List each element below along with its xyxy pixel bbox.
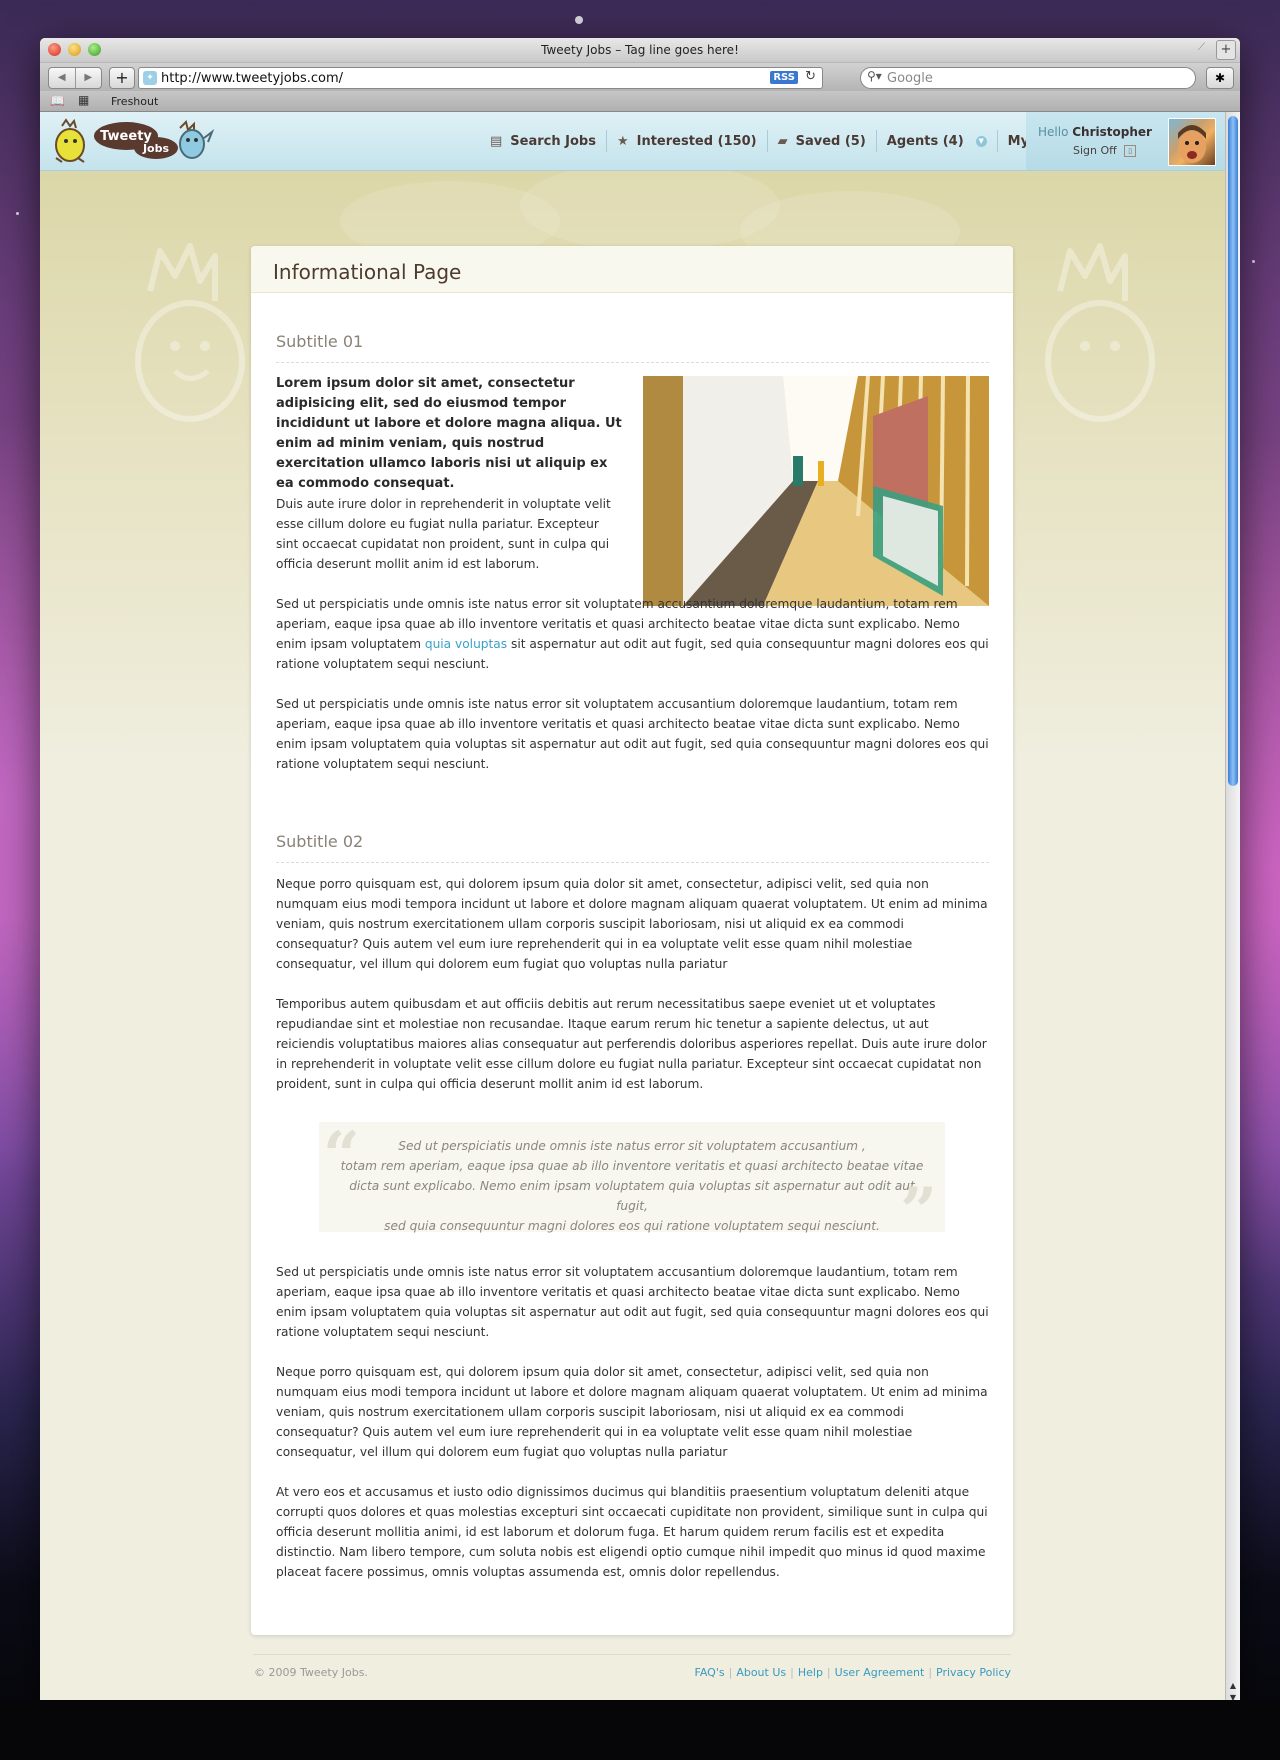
lead-paragraph: Lorem ipsum dolor sit amet, consectetur … [276, 376, 622, 491]
bookmark-freshout[interactable]: Freshout [111, 95, 158, 108]
corridor-image [643, 376, 989, 606]
door-icon: ▯ [1124, 145, 1137, 157]
toolbar-toggle-icon[interactable]: ⟋ [1198, 42, 1212, 56]
bird-watermark-left [135, 243, 245, 422]
user-panel: Hello Christopher Sign Off ▯ [1026, 112, 1226, 170]
footer-link-help[interactable]: Help [798, 1666, 823, 1679]
quote-line: Sed ut perspiciatis unde omnis iste natu… [398, 1139, 866, 1153]
quia-voluptas-link[interactable]: quia voluptas [425, 637, 507, 651]
subtitle-divider [276, 862, 989, 863]
site-header: Tweety Jobs ▤ Search Jobs ★ Interested (… [40, 112, 1226, 171]
footer-link-user-agreement[interactable]: User Agreement [835, 1666, 925, 1679]
star-icon: ★ [616, 133, 629, 149]
paragraph: Neque porro quisquam est, qui dolorem ip… [276, 1365, 988, 1459]
quote-line: totam rem aperiam, eaque ipsa quae ab il… [340, 1159, 924, 1173]
page-viewport: Tweety Jobs ▤ Search Jobs ★ Interested (… [40, 112, 1226, 1708]
paragraph: Duis aute irure dolor in reprehenderit i… [276, 497, 611, 571]
subtitle-01: Subtitle 01 [276, 332, 364, 351]
bookmarks-book-icon[interactable]: 📖 [50, 94, 65, 108]
back-button[interactable]: ◀ [49, 68, 76, 88]
nav-saved[interactable]: ▰ Saved (5) [768, 130, 877, 152]
paragraph: Neque porro quisquam est, qui dolorem ip… [276, 877, 988, 971]
title-bar: Tweety Jobs – Tag line goes here! ⟋ + [40, 38, 1240, 63]
paragraph: Temporibus autem quibusdam et aut offici… [276, 997, 987, 1091]
add-bookmark-button[interactable]: + [109, 67, 135, 89]
vertical-scrollbar[interactable]: ▲ ▼ [1225, 112, 1240, 1708]
newspaper-icon: ▤ [490, 133, 503, 149]
scroll-thumb[interactable] [1228, 116, 1238, 786]
favicon-icon: ✦ [143, 71, 157, 85]
nav-label: Search Jobs [510, 133, 596, 149]
nav-label: Agents (4) [886, 133, 964, 149]
page-title: Informational Page [273, 260, 462, 284]
nav-label: Interested (150) [636, 133, 757, 149]
nav-label: Saved (5) [795, 133, 866, 149]
nav-agents[interactable]: Agents (4) ▼ [877, 130, 998, 152]
nav-search-jobs[interactable]: ▤ Search Jobs [480, 130, 607, 152]
nav-interested[interactable]: ★ Interested (150) [607, 130, 768, 152]
paragraph: Sed ut perspiciatis unde omnis iste natu… [276, 1265, 989, 1339]
briefcase-icon: ▰ [777, 133, 788, 149]
content-card: Informational Page Subtitle 01 Lorem ips… [251, 246, 1013, 1635]
window-title: Tweety Jobs – Tag line goes here! [541, 43, 739, 57]
user-name[interactable]: Christopher [1072, 125, 1152, 139]
close-quote-icon: ” [900, 1174, 937, 1249]
sign-off-label: Sign Off [1073, 144, 1117, 157]
hello-label: Hello [1038, 125, 1069, 139]
url-text[interactable]: http://www.tweetyjobs.com/ [161, 71, 343, 86]
quote-text: Sed ut perspiciatis unde omnis iste natu… [339, 1136, 925, 1236]
paragraph-with-link: Sed ut perspiciatis unde omnis iste natu… [276, 594, 989, 674]
blockquote: “ Sed ut perspiciatis unde omnis iste na… [319, 1122, 945, 1244]
bug-report-button[interactable]: ✱ [1206, 67, 1234, 89]
search-placeholder: Google [887, 71, 933, 86]
forward-button[interactable]: ▶ [76, 68, 102, 88]
footer-link-privacy[interactable]: Privacy Policy [936, 1666, 1011, 1679]
quote-line: dicta sunt explicabo. Nemo enim ipsam vo… [349, 1179, 915, 1213]
rss-button[interactable]: RSS [770, 71, 798, 84]
svg-text:Jobs: Jobs [142, 142, 170, 155]
desktop-dock-area [0, 1700, 1280, 1760]
subtitle-divider [276, 362, 989, 363]
reload-icon[interactable]: ↻ [805, 69, 816, 84]
main-nav: ▤ Search Jobs ★ Interested (150) ▰ Saved… [480, 112, 1102, 170]
browser-window: Tweety Jobs – Tag line goes here! ⟋ + ◀ … [40, 38, 1240, 1722]
bookmarks-bar: 📖 ▦ Freshout [40, 91, 1240, 112]
star [1252, 260, 1255, 263]
top-sites-grid-icon[interactable]: ▦ [78, 93, 89, 107]
footer-divider [253, 1654, 1011, 1655]
paragraph: Sed ut perspiciatis unde omnis iste natu… [276, 697, 989, 771]
footer-link-about[interactable]: About Us [736, 1666, 786, 1679]
history-buttons: ◀ ▶ [48, 67, 102, 89]
corridor-photo [643, 376, 989, 606]
footer-links: FAQ's | About Us | Help | User Agreement | Priva… [694, 1666, 1011, 1679]
chevron-down-icon[interactable]: ▼ [975, 135, 987, 147]
star [575, 16, 583, 24]
new-tab-button[interactable]: + [1216, 40, 1236, 60]
avatar-face-icon [1178, 125, 1206, 163]
sign-off-link[interactable]: Sign Off ▯ [1073, 144, 1137, 157]
avatar[interactable] [1168, 118, 1216, 166]
star [16, 212, 19, 215]
subtitle-02: Subtitle 02 [276, 832, 364, 851]
quote-line: sed quia consequuntur magni dolores eos … [384, 1219, 880, 1233]
search-field[interactable]: ⚲▾ Google [860, 67, 1196, 89]
copyright: © 2009 Tweety Jobs. [254, 1666, 368, 1679]
tweety-jobs-logo[interactable]: Tweety Jobs [48, 118, 218, 164]
paragraph: At vero eos et accusamus et iusto odio d… [276, 1485, 988, 1579]
search-icon: ⚲▾ [867, 69, 882, 83]
browser-toolbar: ◀ ▶ + ✦ http://www.tweetyjobs.com/ RSS ↻… [40, 63, 1240, 91]
card-header: Informational Page [251, 246, 1013, 293]
user-greeting: Hello Christopher [1038, 125, 1152, 139]
address-bar[interactable]: ✦ http://www.tweetyjobs.com/ RSS ↻ [138, 67, 823, 89]
footer-link-faq[interactable]: FAQ's [695, 1666, 725, 1679]
bird-watermark-right [1045, 243, 1155, 422]
